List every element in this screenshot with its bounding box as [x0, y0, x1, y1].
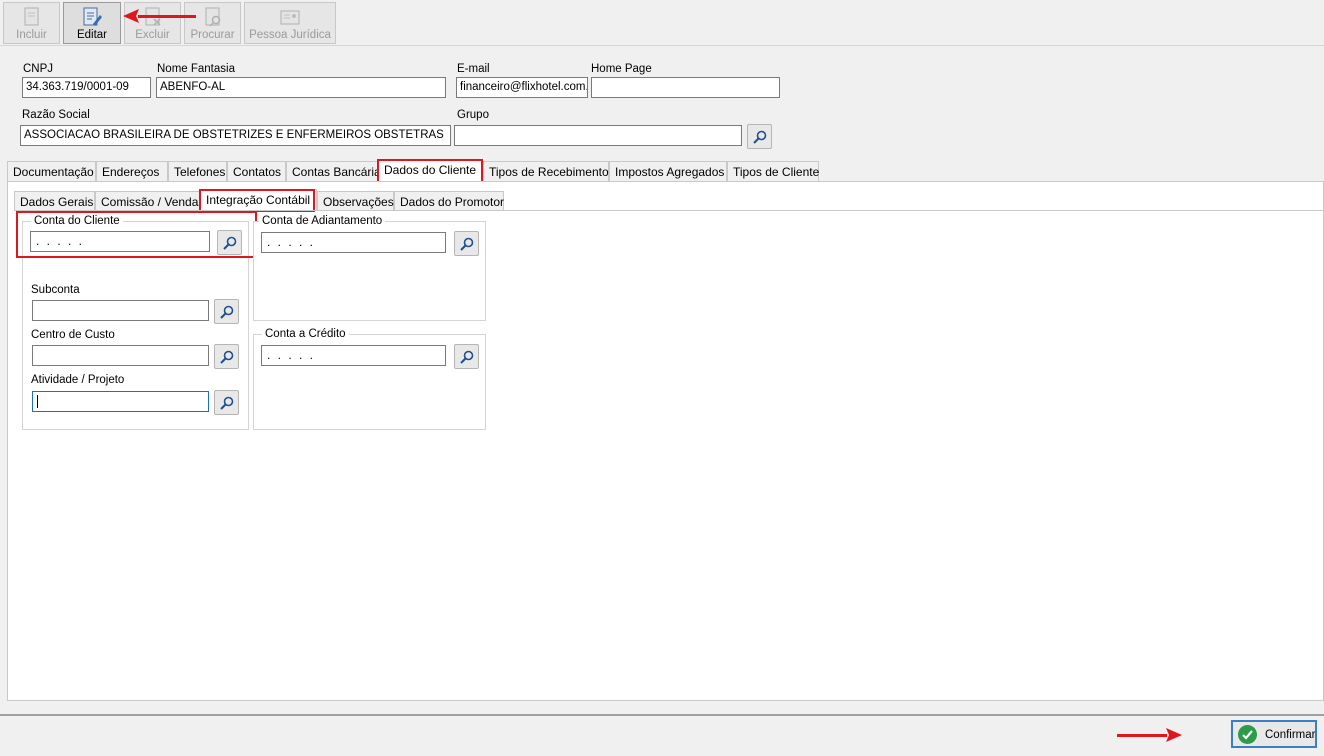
check-circle-icon [1238, 725, 1257, 744]
tab-contatos[interactable]: Contatos [227, 161, 286, 181]
search-icon [220, 350, 234, 364]
excluir-label: Excluir [135, 29, 170, 41]
cnpj-label: CNPJ [23, 63, 54, 75]
conta-do-cliente-search-button[interactable] [217, 230, 242, 255]
home-page-field[interactable] [591, 77, 780, 98]
tab-dados-do-cliente[interactable]: Dados do Cliente [378, 159, 483, 181]
annotation-arrow-editar [138, 15, 196, 18]
tab-enderecos[interactable]: Endereços [96, 161, 168, 181]
main-tabs: Documentação Endereços Telefones Contato… [7, 159, 1324, 181]
centro-de-custo-search-button[interactable] [214, 344, 239, 369]
procurar-button[interactable]: Procurar [184, 2, 241, 44]
subconta-field[interactable] [32, 300, 209, 321]
arrow-head-right-icon [1166, 728, 1182, 742]
conta-de-adiantamento-field[interactable]: . . . . . [261, 232, 446, 253]
sub-tabs-divider [14, 210, 1324, 211]
pessoa-juridica-button[interactable]: Pessoa Jurídica [244, 2, 336, 44]
atividade-projeto-search-button[interactable] [214, 390, 239, 415]
centro-de-custo-field[interactable] [32, 345, 209, 366]
text-cursor [37, 395, 38, 408]
confirmar-label: Confirmar [1265, 729, 1316, 741]
tab-observacoes[interactable]: Observações [317, 191, 394, 211]
search-icon [753, 130, 767, 144]
tab-tipos-de-recebimento[interactable]: Tipos de Recebimento [483, 161, 609, 181]
editar-button[interactable]: Editar [63, 2, 121, 44]
conta-do-cliente-field[interactable]: . . . . . [30, 231, 210, 252]
procurar-label: Procurar [190, 29, 235, 41]
incluir-label: Incluir [16, 29, 47, 41]
conta-a-credito-search-button[interactable] [454, 344, 479, 369]
atividade-projeto-label: Atividade / Projeto [31, 374, 125, 386]
cnpj-field[interactable]: 34.363.719/0001-09 [22, 77, 151, 98]
centro-de-custo-label: Centro de Custo [31, 329, 115, 341]
razao-social-label: Razão Social [22, 109, 90, 121]
annotation-arrow-confirmar [1117, 734, 1167, 737]
tab-integracao-contabil[interactable]: Integração Contábil [200, 189, 317, 211]
home-page-label: Home Page [591, 63, 652, 75]
tab-dados-gerais[interactable]: Dados Gerais [14, 191, 95, 211]
search-icon [220, 396, 234, 410]
new-document-icon [24, 7, 38, 26]
incluir-button[interactable]: Incluir [3, 2, 60, 44]
subconta-search-button[interactable] [214, 299, 239, 324]
conta-a-credito-field[interactable]: . . . . . [261, 345, 446, 366]
sub-tabs: Dados Gerais Comissão / Vendas Integraçã… [14, 189, 1324, 211]
tab-telefones[interactable]: Telefones [168, 161, 227, 181]
tab-documentacao[interactable]: Documentação [7, 161, 96, 181]
grupo-field[interactable] [454, 125, 742, 146]
search-icon [460, 350, 474, 364]
email-label: E-mail [457, 63, 490, 75]
nome-fantasia-label: Nome Fantasia [157, 63, 235, 75]
conta-do-cliente-title: Conta do Cliente [31, 215, 123, 227]
razao-social-field[interactable]: ASSOCIACAO BRASILEIRA DE OBSTETRIZES E E… [20, 125, 451, 146]
atividade-projeto-field[interactable] [32, 391, 209, 412]
tab-contas-bancarias[interactable]: Contas Bancárias [286, 161, 387, 181]
grupo-search-button[interactable] [747, 124, 772, 149]
toolbar: Incluir Editar Excluir Procurar Pessoa J… [0, 0, 1324, 46]
edit-document-icon [83, 7, 102, 26]
search-document-icon [205, 7, 220, 27]
nome-fantasia-field[interactable]: ABENFO-AL [156, 77, 446, 98]
tab-tipos-de-cliente[interactable]: Tipos de Cliente [727, 161, 819, 181]
company-card-icon [280, 10, 300, 25]
subconta-label: Subconta [31, 284, 80, 296]
conta-de-adiantamento-title: Conta de Adiantamento [259, 215, 386, 227]
tab-dados-do-promotor[interactable]: Dados do Promotor [394, 191, 504, 211]
tab-impostos-agregados[interactable]: Impostos Agregados [609, 161, 727, 181]
email-field[interactable]: financeiro@flixhotel.com.b [456, 77, 588, 98]
pessoa-juridica-label: Pessoa Jurídica [249, 29, 331, 41]
tab-comissao-vendas[interactable]: Comissão / Vendas [95, 191, 204, 211]
arrow-head-left-icon [123, 9, 139, 23]
search-icon [460, 237, 474, 251]
conta-a-credito-title: Conta a Crédito [262, 328, 349, 340]
conta-de-adiantamento-search-button[interactable] [454, 231, 479, 256]
grupo-label: Grupo [457, 109, 489, 121]
editar-label: Editar [76, 29, 108, 41]
search-icon [223, 236, 237, 250]
search-icon [220, 305, 234, 319]
confirmar-button[interactable]: Confirmar [1231, 720, 1317, 748]
